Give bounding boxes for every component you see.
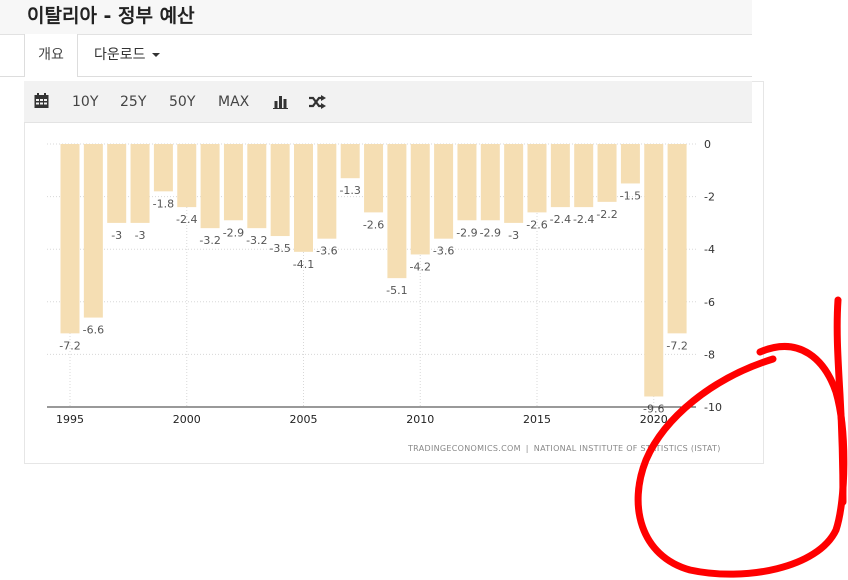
data-label: -2.9 xyxy=(223,226,244,239)
data-label: -2.9 xyxy=(456,226,477,239)
data-label: -3.6 xyxy=(433,245,454,258)
data-label: -6.6 xyxy=(83,324,104,337)
bar[interactable] xyxy=(177,144,197,208)
y-tick-label: -4 xyxy=(704,243,715,256)
y-tick-label: -6 xyxy=(704,296,715,309)
data-label: -2.2 xyxy=(596,208,617,221)
bar[interactable] xyxy=(364,144,384,213)
data-label: -2.4 xyxy=(573,213,594,226)
data-label: -7.2 xyxy=(666,339,687,352)
x-tick-label: 2020 xyxy=(640,413,668,426)
bar[interactable] xyxy=(247,144,267,229)
bar[interactable] xyxy=(294,144,313,252)
data-label: -7.2 xyxy=(59,339,80,352)
data-label: -1.3 xyxy=(339,184,360,197)
bar[interactable] xyxy=(223,144,243,221)
data-label: -2.6 xyxy=(363,218,384,231)
data-label: -3 xyxy=(508,229,519,242)
x-tick-label: 2000 xyxy=(173,413,201,426)
x-tick-label: 1995 xyxy=(56,413,84,426)
data-label: -3 xyxy=(135,229,146,242)
bar[interactable] xyxy=(317,144,337,239)
x-tick-label: 2010 xyxy=(406,413,434,426)
bar[interactable] xyxy=(130,144,150,223)
data-label: -2.6 xyxy=(526,218,547,231)
bar[interactable] xyxy=(83,144,103,318)
data-label: -3.2 xyxy=(199,234,220,247)
x-axis: 1995 2000 2005 2010 2015 2020 xyxy=(47,406,696,426)
bar[interactable] xyxy=(644,144,664,397)
source-divider: | xyxy=(525,444,529,453)
y-tick-label: -8 xyxy=(704,348,715,361)
y-tick-label: -2 xyxy=(704,191,715,204)
bar[interactable] xyxy=(340,144,360,179)
data-label: -1.5 xyxy=(620,189,641,202)
data-label: -3.5 xyxy=(269,242,290,255)
bar[interactable] xyxy=(410,144,430,255)
source-provider: NATIONAL INSTITUTE OF STATISTICS (ISTAT) xyxy=(533,444,721,453)
x-tick-label: 2005 xyxy=(290,413,318,426)
y-tick-label: 0 xyxy=(704,138,711,151)
bar[interactable] xyxy=(620,144,640,184)
y-axis: 0 -2 -4 -6 -8 -10 xyxy=(704,138,722,414)
data-label: -2.4 xyxy=(550,213,571,226)
bar[interactable] xyxy=(527,144,547,213)
bar[interactable] xyxy=(597,144,617,202)
data-label: -2.4 xyxy=(176,213,197,226)
data-label: -1.8 xyxy=(153,197,174,210)
bar[interactable] xyxy=(480,144,500,221)
bar[interactable] xyxy=(200,144,220,229)
data-label: -4.1 xyxy=(293,258,314,271)
data-label: -4.2 xyxy=(410,260,431,273)
bar[interactable] xyxy=(107,144,127,223)
bars xyxy=(60,144,687,397)
data-labels: -7.2-6.6-3 -3-1.8-2.4-3.2-2.9-3.2-3.5-4.1… xyxy=(59,184,688,415)
bar[interactable] xyxy=(457,144,477,221)
bar[interactable] xyxy=(270,144,290,237)
bar[interactable] xyxy=(60,144,80,334)
bar[interactable] xyxy=(574,144,594,208)
bar[interactable] xyxy=(153,144,173,192)
data-label: -3 xyxy=(111,229,122,242)
bar[interactable] xyxy=(550,144,570,208)
source-site: TRADINGECONOMICS.COM xyxy=(408,444,521,453)
data-label: -2.9 xyxy=(480,226,501,239)
bar[interactable] xyxy=(504,144,524,223)
x-tick-label: 2015 xyxy=(523,413,551,426)
data-label: -5.1 xyxy=(386,284,407,297)
y-tick-label: -10 xyxy=(704,401,722,414)
data-label: -3.2 xyxy=(246,234,267,247)
bar[interactable] xyxy=(667,144,687,334)
data-label: -3.6 xyxy=(316,245,337,258)
bar-chart: -7.2-6.6-3 -3-1.8-2.4-3.2-2.9-3.2-3.5-4.1… xyxy=(47,138,722,426)
bar[interactable] xyxy=(387,144,407,279)
bar[interactable] xyxy=(434,144,454,239)
source-credit: TRADINGECONOMICS.COM | NATIONAL INSTITUTE … xyxy=(408,444,721,453)
